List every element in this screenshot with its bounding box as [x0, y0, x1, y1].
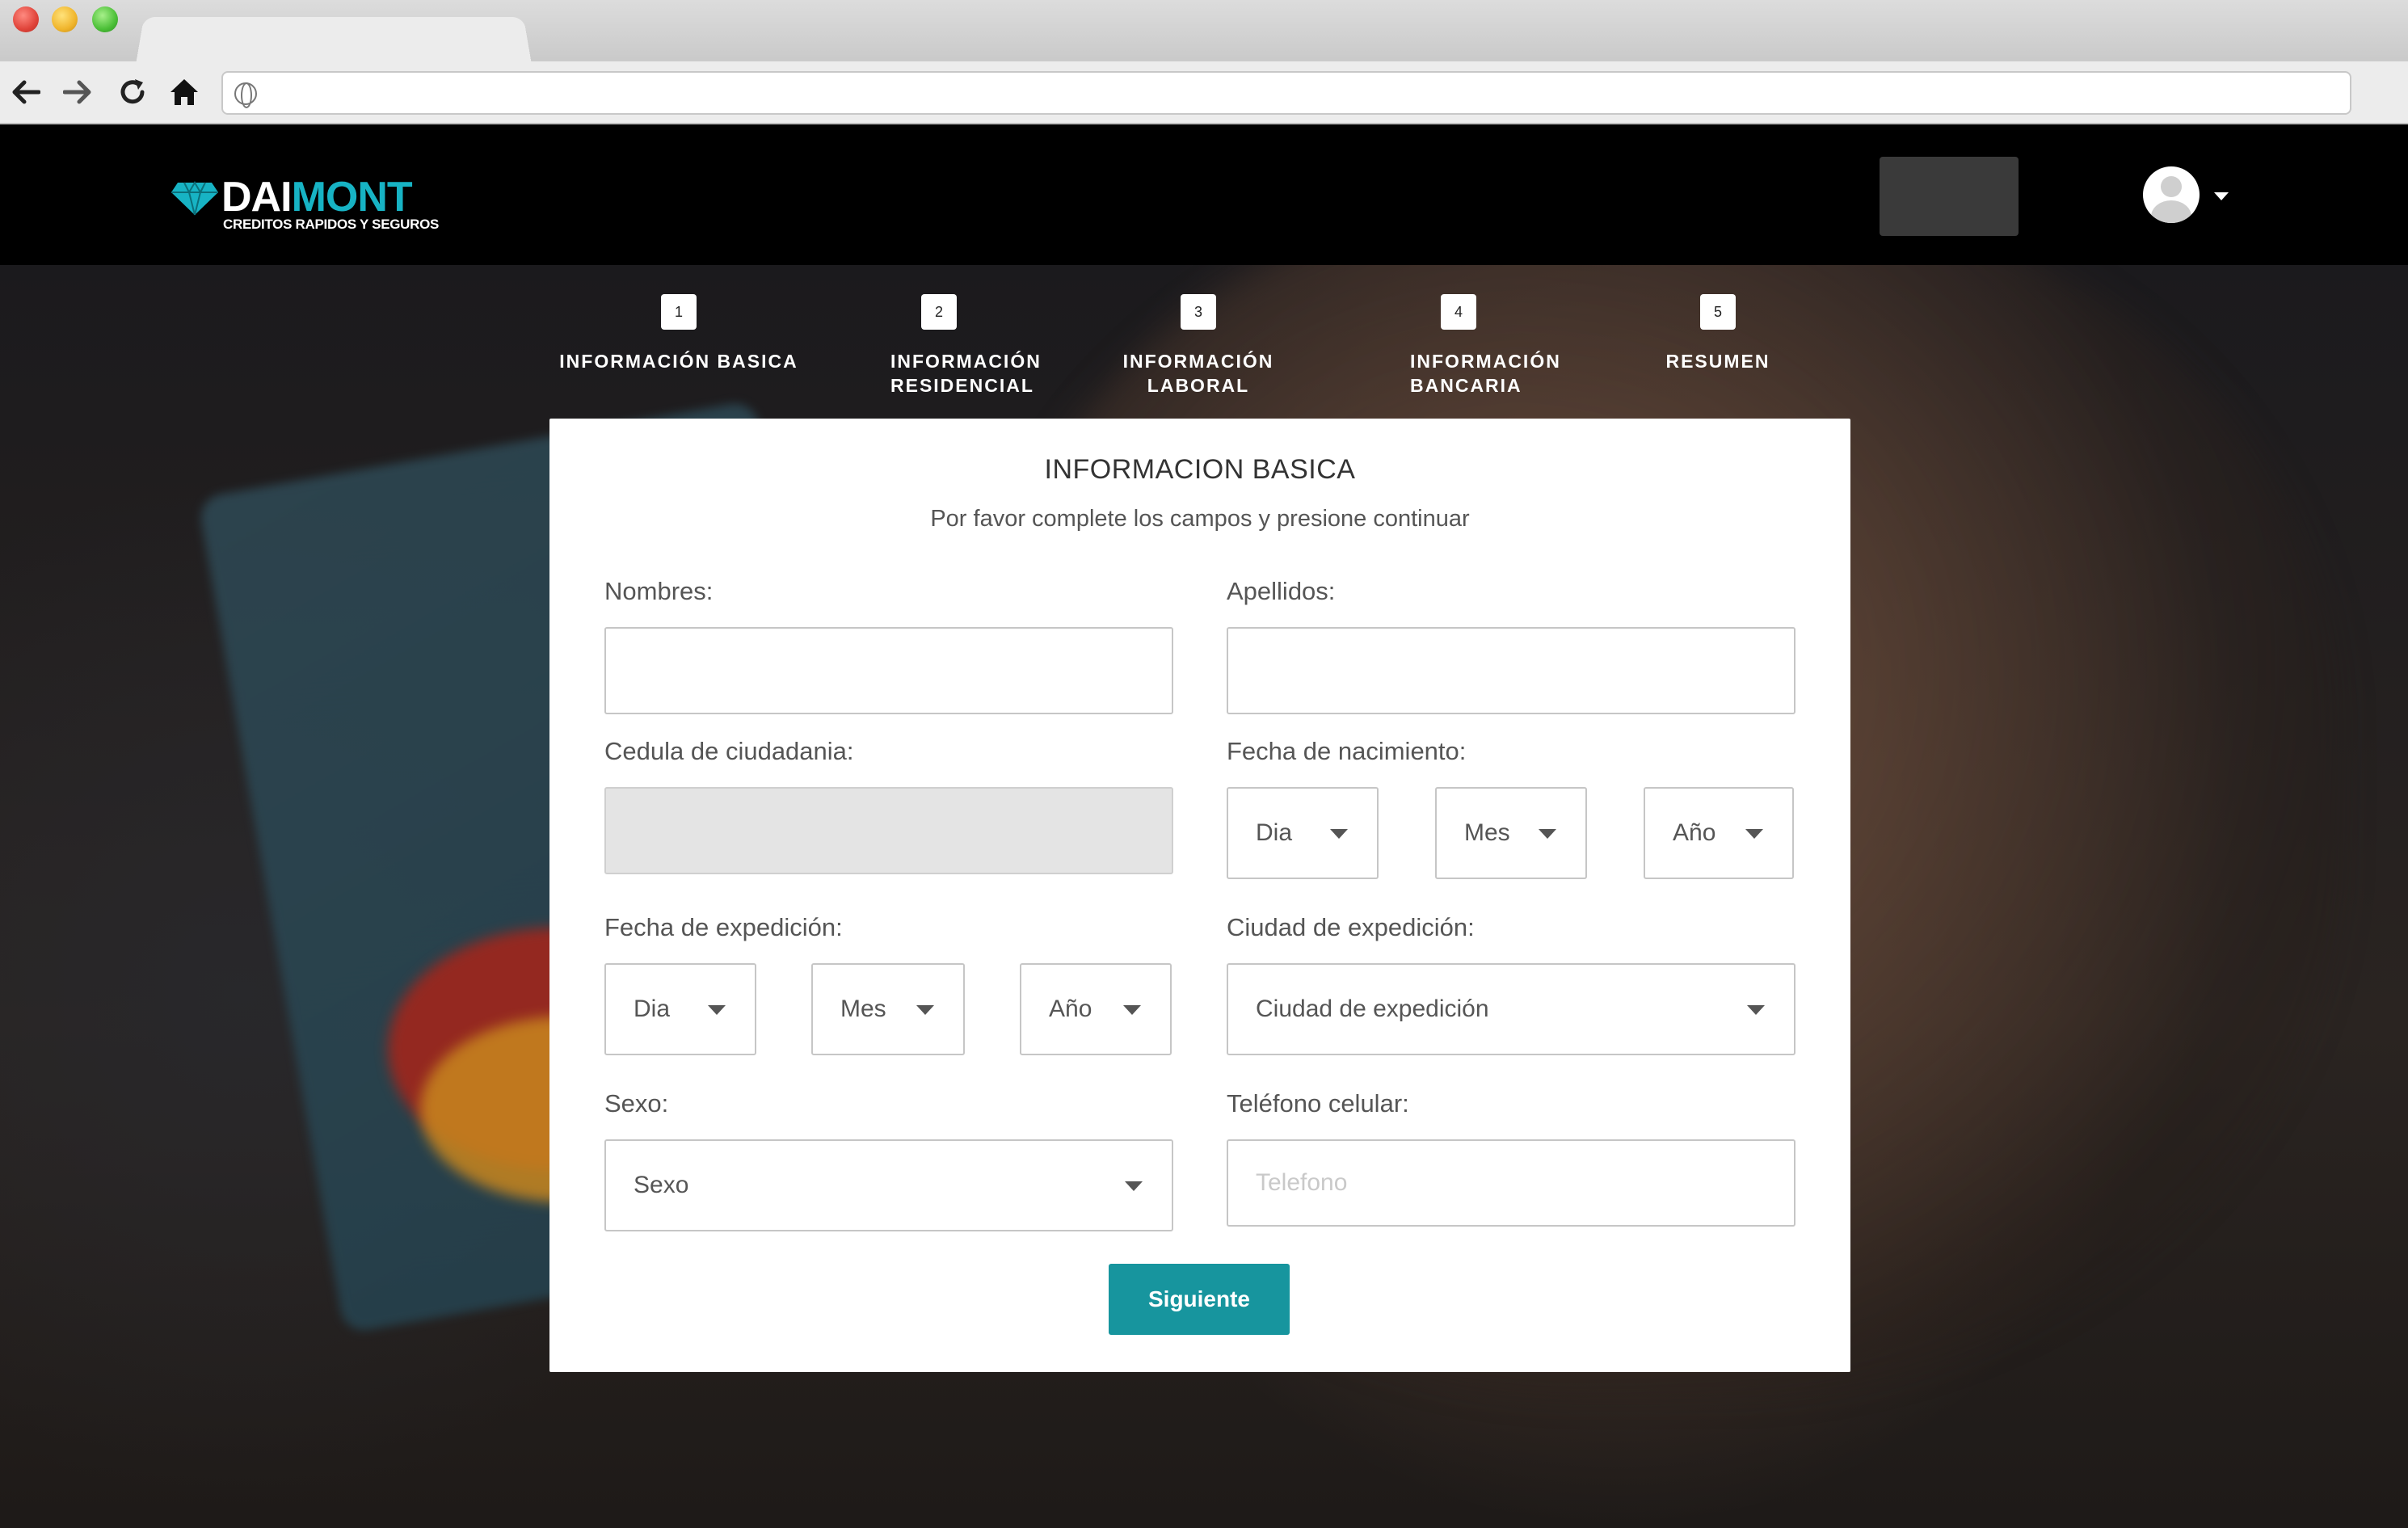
select-value: Año	[1673, 819, 1716, 846]
nombres-label: Nombres:	[604, 577, 714, 605]
nacimiento-ano-select[interactable]: Año	[1644, 787, 1794, 879]
step-number: 5	[1700, 294, 1736, 330]
close-window-button[interactable]	[13, 6, 39, 32]
cedula-label: Cedula de ciudadania:	[604, 737, 854, 765]
form-card: INFORMACION BASICA Por favor complete lo…	[549, 419, 1850, 1372]
select-value: Año	[1049, 996, 1092, 1022]
caret-down-icon	[1747, 1005, 1765, 1015]
caret-down-icon	[708, 1005, 726, 1015]
minimize-window-button[interactable]	[52, 6, 78, 32]
browser-toolbar	[0, 61, 2408, 124]
site-header: DAIMONT CREDITOS RAPIDOS Y SEGUROS	[0, 124, 2408, 265]
nacimiento-mes-select[interactable]: Mes	[1435, 787, 1587, 879]
globe-icon	[234, 82, 257, 108]
header-action-button[interactable]	[1880, 157, 2019, 236]
diamond-icon	[171, 181, 218, 216]
step-informacion-laboral[interactable]: 3 INFORMACIÓN LABORAL	[1069, 294, 1328, 398]
form-title: INFORMACION BASICA	[1044, 454, 1356, 485]
apellidos-input[interactable]	[1228, 629, 1794, 713]
step-number: 1	[661, 294, 697, 330]
step-informacion-bancaria[interactable]: 4 INFORMACIÓN BANCARIA	[1329, 294, 1588, 398]
nombres-input[interactable]	[606, 629, 1172, 713]
fecha-expedicion-label: Fecha de expedición:	[604, 913, 843, 941]
browser-tab[interactable]	[136, 17, 532, 65]
form-subtitle: Por favor complete los campos y presione…	[930, 506, 1470, 532]
ciudad-expedicion-select[interactable]: Ciudad de expedición	[1227, 963, 1795, 1055]
nombres-field[interactable]	[604, 627, 1173, 714]
forward-arrow-icon[interactable]	[60, 74, 95, 110]
address-bar[interactable]	[221, 71, 2351, 115]
cedula-input	[606, 789, 1172, 873]
caret-down-icon[interactable]	[2214, 192, 2229, 200]
brand-tagline: CREDITOS RAPIDOS Y SEGUROS	[223, 217, 440, 232]
step-number: 2	[921, 294, 957, 330]
select-value: Dia	[1256, 819, 1293, 846]
select-value: Sexo	[634, 1172, 689, 1198]
siguiente-button[interactable]: Siguiente	[1109, 1264, 1290, 1335]
back-arrow-icon[interactable]	[8, 74, 44, 110]
form-stepper: 1 INFORMACIÓN BASICA 2 INFORMACIÓN RESID…	[0, 294, 2408, 407]
expedicion-mes-select[interactable]: Mes	[811, 963, 965, 1055]
caret-down-icon	[1330, 829, 1348, 839]
select-value: Mes	[840, 996, 886, 1022]
step-label: INFORMACIÓN BANCARIA	[1410, 351, 1561, 396]
brand-name: DAIMONT	[221, 173, 413, 221]
nacimiento-dia-select[interactable]: Dia	[1227, 787, 1379, 879]
maximize-window-button[interactable]	[92, 6, 118, 32]
expedicion-ano-select[interactable]: Año	[1020, 963, 1172, 1055]
ciudad-expedicion-label: Ciudad de expedición:	[1227, 913, 1475, 941]
caret-down-icon	[1539, 829, 1556, 839]
user-avatar-icon[interactable]	[2143, 166, 2200, 223]
telefono-label: Teléfono celular:	[1227, 1089, 1409, 1118]
telefono-field[interactable]	[1227, 1139, 1795, 1227]
cedula-field	[604, 787, 1173, 874]
brand-name-part2: MONT	[291, 174, 413, 221]
step-resumen[interactable]: 5 RESUMEN	[1589, 294, 1847, 373]
step-informacion-basica[interactable]: 1 INFORMACIÓN BASICA	[549, 294, 808, 373]
sexo-label: Sexo:	[604, 1089, 669, 1118]
select-value: Ciudad de expedición	[1256, 996, 1489, 1022]
caret-down-icon	[916, 1005, 934, 1015]
fecha-nacimiento-label: Fecha de nacimiento:	[1227, 737, 1467, 765]
apellidos-field[interactable]	[1227, 627, 1795, 714]
step-label: INFORMACIÓN BASICA	[559, 351, 798, 372]
select-value: Dia	[634, 996, 671, 1022]
browser-titlebar	[0, 0, 2408, 65]
apellidos-label: Apellidos:	[1227, 577, 1336, 605]
caret-down-icon	[1123, 1005, 1141, 1015]
step-number: 4	[1441, 294, 1476, 330]
step-informacion-residencial[interactable]: 2 INFORMACIÓN RESIDENCIAL	[810, 294, 1068, 398]
reload-icon[interactable]	[115, 74, 150, 110]
home-icon[interactable]	[166, 74, 202, 110]
brand-name-part1: DAI	[221, 174, 293, 221]
caret-down-icon	[1745, 829, 1763, 839]
select-value: Mes	[1464, 819, 1510, 846]
step-label: INFORMACIÓN RESIDENCIAL	[890, 351, 1042, 396]
caret-down-icon	[1125, 1181, 1143, 1191]
step-number: 3	[1181, 294, 1216, 330]
step-label: RESUMEN	[1665, 351, 1770, 372]
sexo-select[interactable]: Sexo	[604, 1139, 1173, 1231]
expedicion-dia-select[interactable]: Dia	[604, 963, 756, 1055]
step-label: INFORMACIÓN LABORAL	[1122, 351, 1274, 396]
telefono-input[interactable]	[1228, 1141, 1794, 1225]
